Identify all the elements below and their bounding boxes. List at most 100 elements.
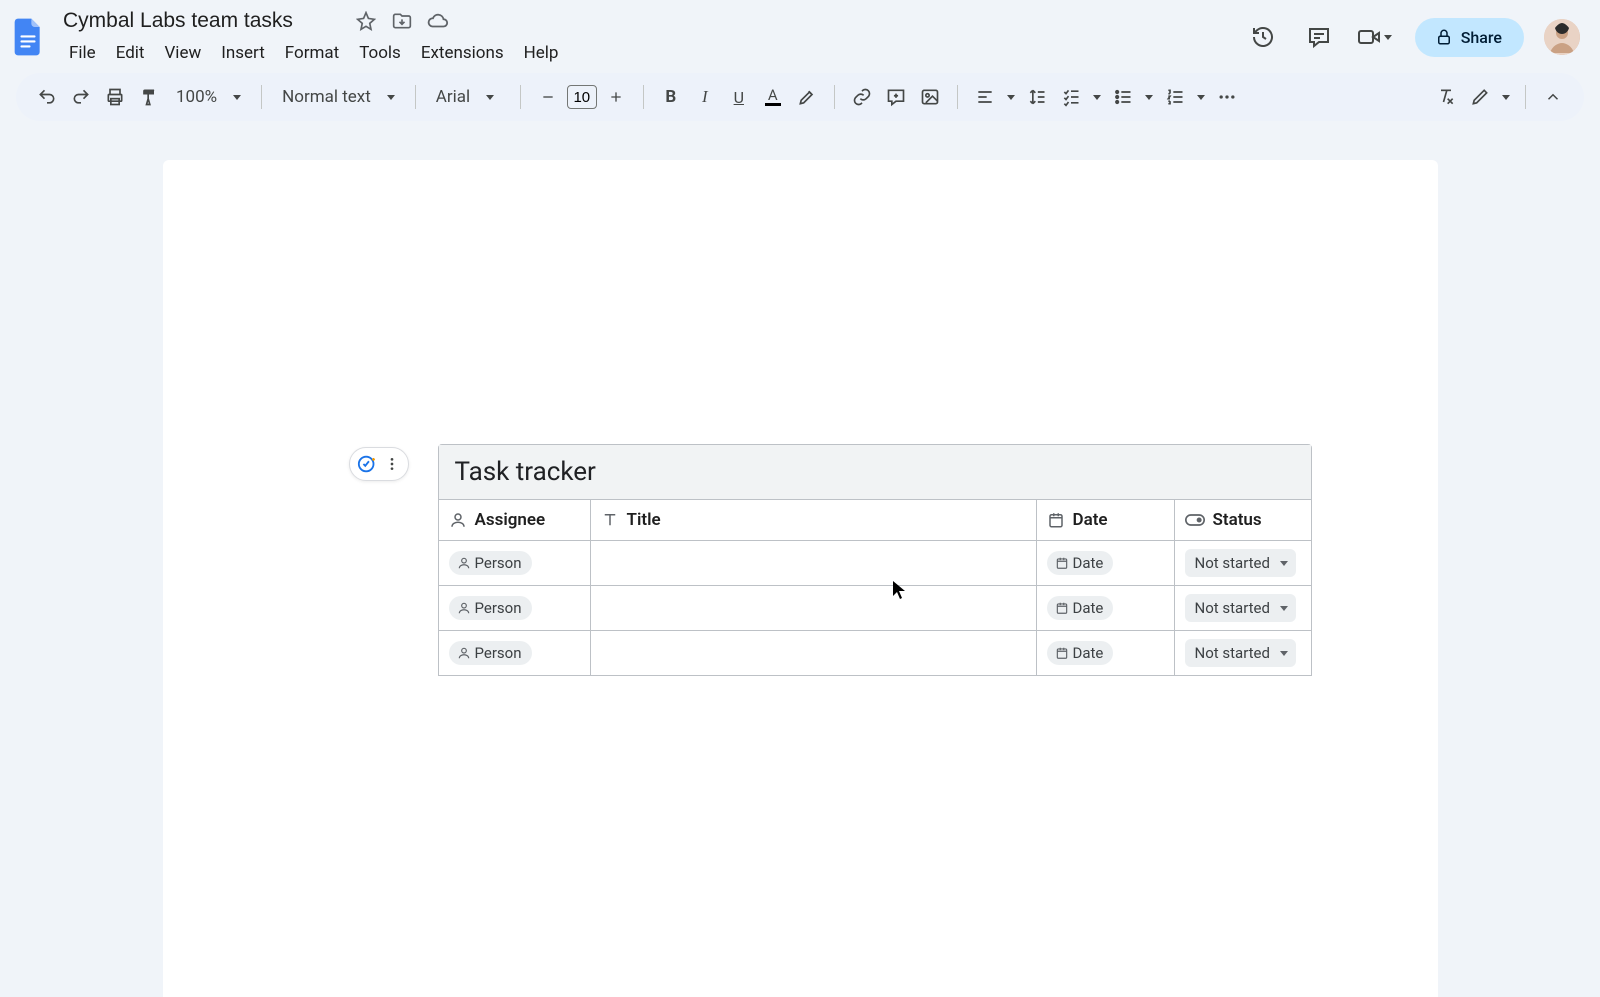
tracker-title[interactable]: Task tracker <box>439 445 1311 500</box>
col-header-assignee-label: Assignee <box>475 510 546 530</box>
avatar[interactable] <box>1544 19 1580 55</box>
chevron-down-icon <box>1381 22 1395 52</box>
table-row: Person Date Not started <box>439 631 1311 675</box>
cell-assignee[interactable]: Person <box>439 541 591 585</box>
date-chip-label: Date <box>1073 599 1104 617</box>
meet-dropdown[interactable] <box>1357 19 1395 55</box>
menu-format[interactable]: Format <box>276 39 348 67</box>
date-chip[interactable]: Date <box>1047 596 1114 620</box>
editing-mode-button[interactable] <box>1465 82 1495 112</box>
align-dropdown[interactable] <box>1004 82 1018 112</box>
status-icon <box>1185 513 1205 527</box>
document-page[interactable]: Task tracker Assignee Title <box>163 160 1438 997</box>
building-block-pill[interactable] <box>349 447 409 481</box>
highlight-button[interactable] <box>792 82 822 112</box>
line-spacing-button[interactable] <box>1022 82 1052 112</box>
checklist-dropdown[interactable] <box>1090 82 1104 112</box>
menu-extensions[interactable]: Extensions <box>412 39 513 67</box>
move-icon[interactable] <box>391 10 413 32</box>
menu-file[interactable]: File <box>60 39 105 67</box>
paragraph-style-dropdown[interactable]: Normal text <box>274 83 403 111</box>
date-chip[interactable]: Date <box>1047 641 1114 665</box>
editing-mode-dropdown[interactable] <box>1499 82 1513 112</box>
star-icon[interactable] <box>355 10 377 32</box>
numbered-list-dropdown[interactable] <box>1194 82 1208 112</box>
cell-date[interactable]: Date <box>1037 631 1175 675</box>
cell-date[interactable]: Date <box>1037 541 1175 585</box>
font-size-increase[interactable] <box>601 82 631 112</box>
docs-logo[interactable] <box>10 13 46 61</box>
col-header-status[interactable]: Status <box>1175 500 1313 540</box>
col-header-title[interactable]: Title <box>591 500 1037 540</box>
cell-assignee[interactable]: Person <box>439 586 591 630</box>
numbered-list-button[interactable] <box>1160 82 1190 112</box>
more-toolbar-button[interactable] <box>1212 82 1242 112</box>
font-size-input[interactable] <box>567 85 597 109</box>
status-chip[interactable]: Not started <box>1185 639 1296 667</box>
undo-button[interactable] <box>32 82 62 112</box>
share-button[interactable]: Share <box>1415 18 1524 57</box>
menu-view[interactable]: View <box>155 39 210 67</box>
cell-status[interactable]: Not started <box>1175 541 1313 585</box>
bulleted-list-button[interactable] <box>1108 82 1138 112</box>
col-header-assignee[interactable]: Assignee <box>439 500 591 540</box>
status-chip[interactable]: Not started <box>1185 549 1296 577</box>
block-more-icon[interactable] <box>382 452 402 476</box>
align-button[interactable] <box>970 82 1000 112</box>
col-header-date-label: Date <box>1073 510 1108 530</box>
calendar-icon <box>1047 511 1065 529</box>
person-icon <box>457 556 471 570</box>
workspace: Task tracker Assignee Title <box>0 120 1600 997</box>
font-size-decrease[interactable] <box>533 82 563 112</box>
tracker-rows: Person Date Not started Person <box>439 541 1311 675</box>
task-tracker-table[interactable]: Task tracker Assignee Title <box>438 444 1312 676</box>
add-comment-button[interactable] <box>881 82 911 112</box>
underline-button[interactable]: U <box>724 82 754 112</box>
insert-link-button[interactable] <box>847 82 877 112</box>
title-bar: File Edit View Insert Format Tools Exten… <box>0 0 1600 67</box>
menu-edit[interactable]: Edit <box>107 39 154 67</box>
italic-button[interactable]: I <box>690 82 720 112</box>
cell-title[interactable] <box>591 631 1037 675</box>
menu-help[interactable]: Help <box>515 39 568 67</box>
redo-button[interactable] <box>66 82 96 112</box>
zoom-dropdown[interactable]: 100% <box>168 83 249 111</box>
cell-assignee[interactable]: Person <box>439 631 591 675</box>
checklist-button[interactable] <box>1056 82 1086 112</box>
cloud-saved-icon[interactable] <box>427 10 449 32</box>
cell-title[interactable] <box>591 586 1037 630</box>
menu-tools[interactable]: Tools <box>350 39 410 67</box>
menu-insert[interactable]: Insert <box>212 39 274 67</box>
cell-status[interactable]: Not started <box>1175 631 1313 675</box>
cell-title[interactable] <box>591 541 1037 585</box>
task-ai-icon <box>356 452 380 476</box>
meet-icon <box>1357 19 1381 55</box>
font-family-dropdown[interactable]: Arial <box>428 83 508 111</box>
col-header-date[interactable]: Date <box>1037 500 1175 540</box>
person-icon <box>457 646 471 660</box>
doc-title-input[interactable] <box>56 7 341 35</box>
cell-status[interactable]: Not started <box>1175 586 1313 630</box>
col-header-title-label: Title <box>627 510 661 530</box>
clear-formatting-button[interactable] <box>1431 82 1461 112</box>
person-chip[interactable]: Person <box>449 641 532 665</box>
collapse-toolbar-button[interactable] <box>1538 82 1568 112</box>
paint-format-button[interactable] <box>134 82 164 112</box>
title-column: File Edit View Insert Format Tools Exten… <box>56 7 567 67</box>
bold-button[interactable]: B <box>656 82 686 112</box>
cell-date[interactable]: Date <box>1037 586 1175 630</box>
text-color-button[interactable]: A <box>758 82 788 112</box>
text-format-icon <box>601 511 619 529</box>
person-chip[interactable]: Person <box>449 551 532 575</box>
person-chip[interactable]: Person <box>449 596 532 620</box>
insert-image-button[interactable] <box>915 82 945 112</box>
print-button[interactable] <box>100 82 130 112</box>
comments-icon[interactable] <box>1301 19 1337 55</box>
table-row: Person Date Not started <box>439 541 1311 586</box>
status-chip[interactable]: Not started <box>1185 594 1296 622</box>
bulleted-list-dropdown[interactable] <box>1142 82 1156 112</box>
date-chip[interactable]: Date <box>1047 551 1114 575</box>
history-icon[interactable] <box>1245 19 1281 55</box>
calendar-icon <box>1055 601 1069 615</box>
doc-title-row <box>56 7 567 35</box>
